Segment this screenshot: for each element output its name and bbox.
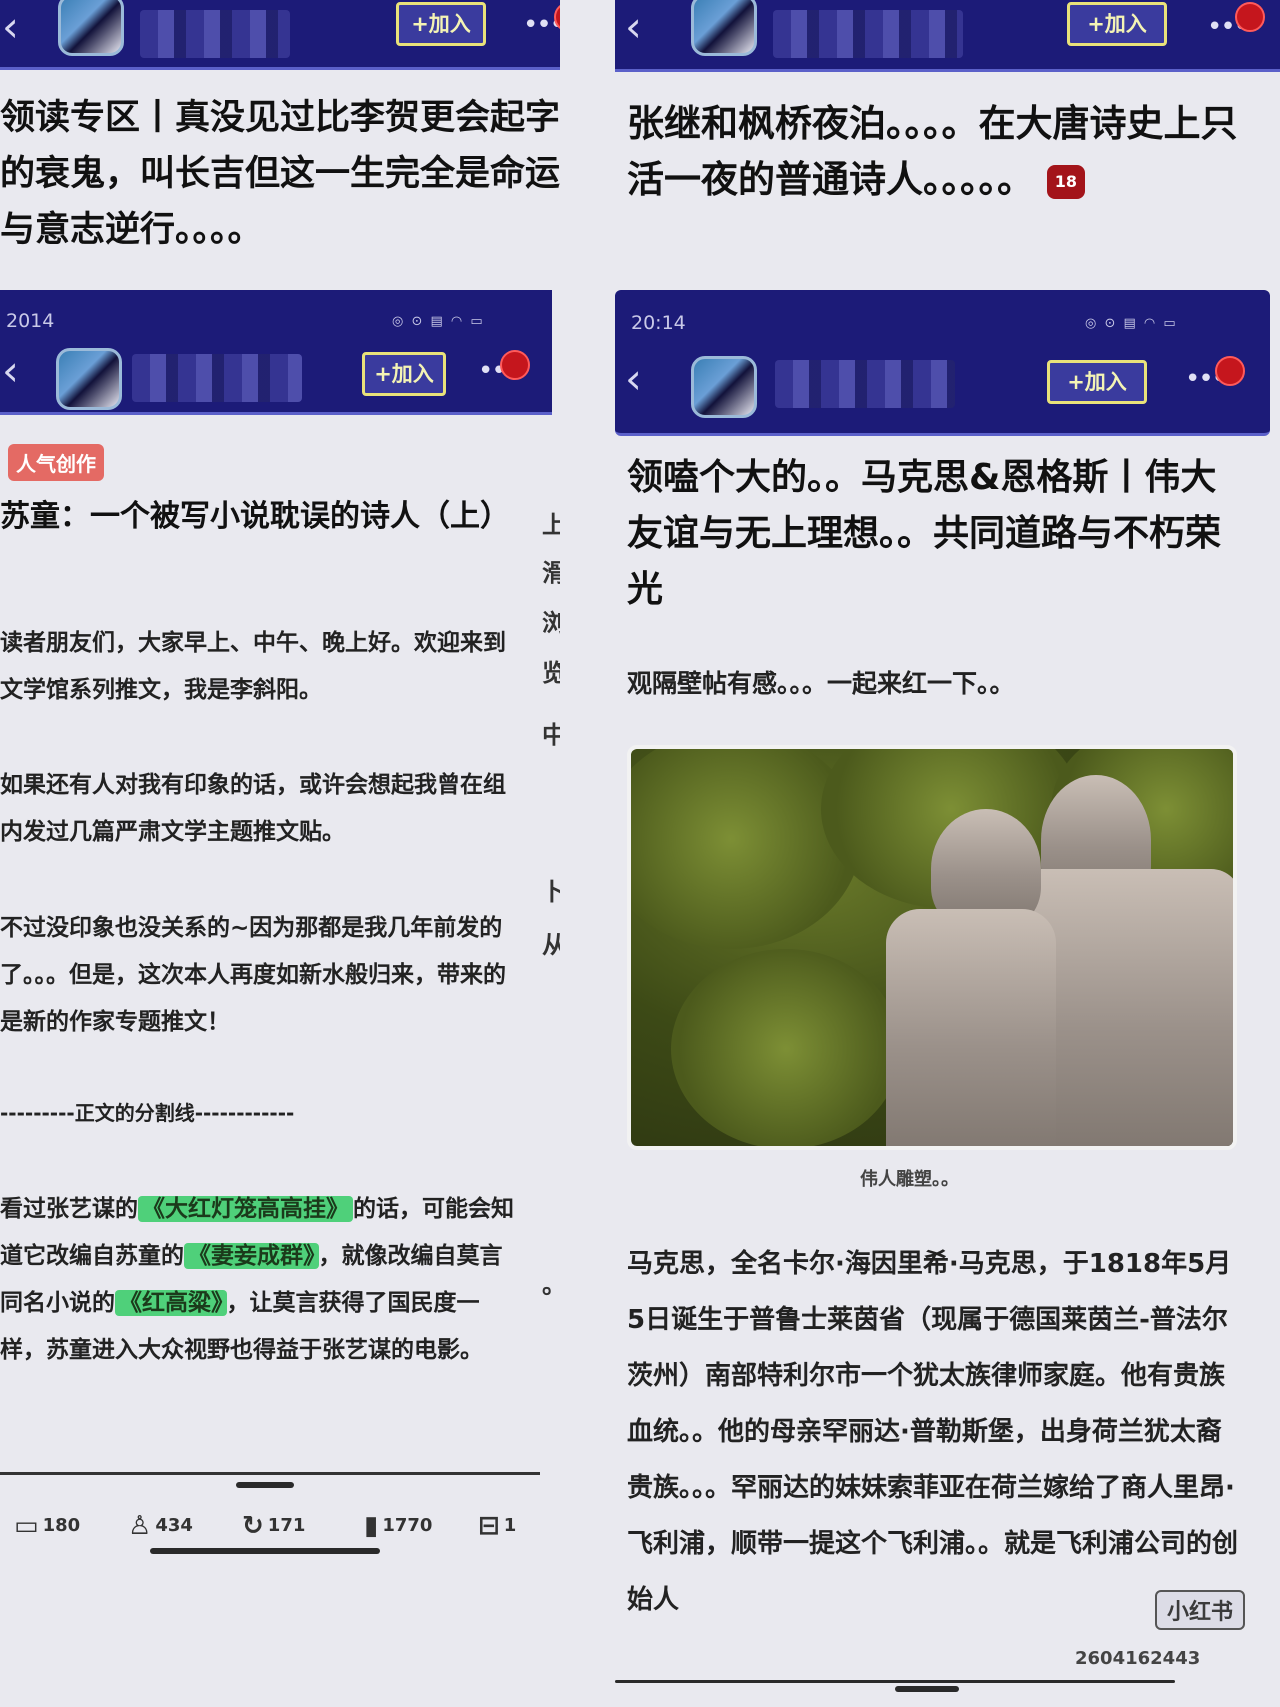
paragraph-3: 不过没印象也没关系的~因为那都是我几年前发的了。。。但是，这次本人再度如新水般归…	[0, 915, 506, 1035]
right-post-screenshot: ‹ +加入 ••• 张继和枫桥夜泊。。。。在大唐诗史上只活一夜的普通诗人。。。。…	[615, 0, 1280, 1707]
share-icon: ↻	[242, 1511, 264, 1541]
side-hint-char: 滑	[542, 559, 560, 587]
avatar[interactable]	[58, 0, 124, 56]
header-bar: 20:14 ◎ ⊙ ▤ ◠ ▭ ‹ +加入 •••	[615, 290, 1270, 436]
foliage	[631, 749, 861, 949]
side-hint-char: 卜	[542, 878, 560, 906]
intro-text: 观隔壁帖有感。。。一起来红一下。。	[627, 669, 1015, 698]
bookmark-count: 1770	[382, 1515, 433, 1536]
join-button[interactable]: +加入	[362, 352, 446, 396]
paragraph-4-text: 看过张艺谋的	[0, 1196, 138, 1222]
chevron-left-icon[interactable]: ‹	[2, 6, 19, 48]
comment-count-badge: 18	[1046, 164, 1085, 199]
paragraph-1: 读者朋友们，大家早上、中午、晚上好。欢迎来到文学馆系列推文，我是李斜阳。	[0, 630, 506, 703]
watermark-logo: 小红书	[1155, 1590, 1246, 1630]
username-blurred	[140, 10, 290, 58]
avatar[interactable]	[691, 0, 757, 56]
comment-icon: ▭	[14, 1511, 39, 1541]
foliage	[671, 949, 901, 1146]
username-blurred	[775, 360, 955, 408]
top-header-bar: ‹ +加入 •••	[0, 0, 560, 70]
top-header-bar: ‹ +加入 •••	[615, 0, 1280, 72]
photo-caption: 伟人雕塑。。	[860, 1169, 959, 1190]
like-count: 434	[155, 1515, 193, 1536]
join-button[interactable]: +加入	[1067, 2, 1167, 46]
bottom-divider	[615, 1680, 1175, 1683]
topic-tag[interactable]: 《妻妾成群》	[184, 1243, 319, 1269]
avatar[interactable]	[56, 348, 122, 410]
side-hint-char: 览	[542, 659, 560, 687]
bookmark-icon: ▮	[364, 1511, 379, 1541]
username-blurred	[773, 10, 963, 58]
topic-tag[interactable]: 《红高粱》	[115, 1290, 227, 1316]
article-paragraph: 马克思，全名卡尔·海因里希·马克思，于1818年5月5日诞生于普鲁士莱茵省（现属…	[627, 1249, 1239, 1615]
like-icon: ♙	[128, 1511, 152, 1541]
join-button[interactable]: +加入	[1047, 360, 1147, 404]
home-indicator	[150, 1548, 380, 1554]
post-title: 苏童：一个被写小说耽误的诗人（上）	[0, 499, 510, 534]
left-post-screenshot: ‹ +加入 ••• 领读专区丨真没见过比李贺更会起字的衰鬼，叫长吉但这一生完全是…	[0, 0, 560, 1707]
like-stat[interactable]: ♙ 434	[128, 1511, 193, 1541]
chevron-left-icon[interactable]: ‹	[625, 6, 642, 48]
status-time: 2014	[6, 310, 55, 332]
previous-post-title[interactable]: 领读专区丨真没见过比李贺更会起字的衰鬼，叫长吉但这一生完全是命运与意志逆行。。。…	[0, 90, 560, 258]
side-hint-char: 。	[542, 1265, 560, 1300]
join-button[interactable]: +加入	[396, 2, 486, 46]
previous-post-title-text: 张继和枫桥夜泊。。。。在大唐诗史上只活一夜的普通诗人。。。。。	[627, 102, 1238, 201]
system-status-icons: ◎ ⊙ ▤ ◠ ▭	[392, 314, 485, 329]
notification-badge	[1235, 2, 1265, 32]
share-stat[interactable]: ↻ 171	[242, 1511, 305, 1541]
gift-icon: ⊟	[478, 1511, 500, 1541]
gift-stat[interactable]: ⊟ 1	[478, 1511, 516, 1541]
gift-count: 1	[503, 1515, 517, 1536]
paragraph-2: 如果还有人对我有印象的话，或许会想起我曾在组内发过几篇严肃文学主题推文贴。	[0, 772, 506, 845]
scroll-indicator	[895, 1686, 959, 1692]
comment-count: 180	[42, 1515, 81, 1536]
header-bar: 2014 ◎ ⊙ ▤ ◠ ▭ ‹ +加入 •••	[0, 290, 552, 415]
statue-figure	[886, 909, 1056, 1146]
side-hint-char: 上	[542, 511, 560, 539]
side-hint-char: 浏	[542, 609, 560, 637]
paragraph-4: 看过张艺谋的 《大红灯笼高高挂》 的话，可能会知道它改编自苏童的 《妻妾成群》 ，就像改…	[0, 1186, 525, 1374]
popular-creation-badge: 人气创作	[8, 444, 104, 481]
bookmark-stat[interactable]: ▮ 1770	[364, 1511, 432, 1541]
statue-photo[interactable]	[627, 745, 1237, 1150]
chevron-left-icon[interactable]: ‹	[2, 350, 19, 392]
system-status-icons: ◎ ⊙ ▤ ◠ ▭	[1085, 316, 1178, 331]
share-count: 171	[267, 1515, 306, 1536]
comment-stat[interactable]: ▭ 180	[14, 1511, 80, 1541]
notification-badge	[1215, 356, 1245, 386]
side-hint-char: 中	[542, 721, 560, 749]
avatar[interactable]	[691, 356, 757, 418]
status-time: 20:14	[631, 312, 686, 334]
post-title: 领嗑个大的。。马克思&恩格斯丨伟大友谊与无上理想。。共同道路与不朽荣光	[627, 457, 1222, 610]
side-hint-char: 从	[542, 931, 560, 959]
notification-badge	[500, 350, 530, 380]
topic-tag[interactable]: 《大红灯笼高高挂》	[138, 1196, 353, 1222]
divider-text: ---------正文的分割线------------	[0, 1101, 295, 1125]
username-blurred	[132, 354, 302, 402]
previous-post-title[interactable]: 张继和枫桥夜泊。。。。在大唐诗史上只活一夜的普通诗人。。。。。 18	[627, 96, 1267, 208]
watermark-id: 2604162443	[1075, 1648, 1201, 1669]
chevron-left-icon[interactable]: ‹	[625, 358, 642, 400]
